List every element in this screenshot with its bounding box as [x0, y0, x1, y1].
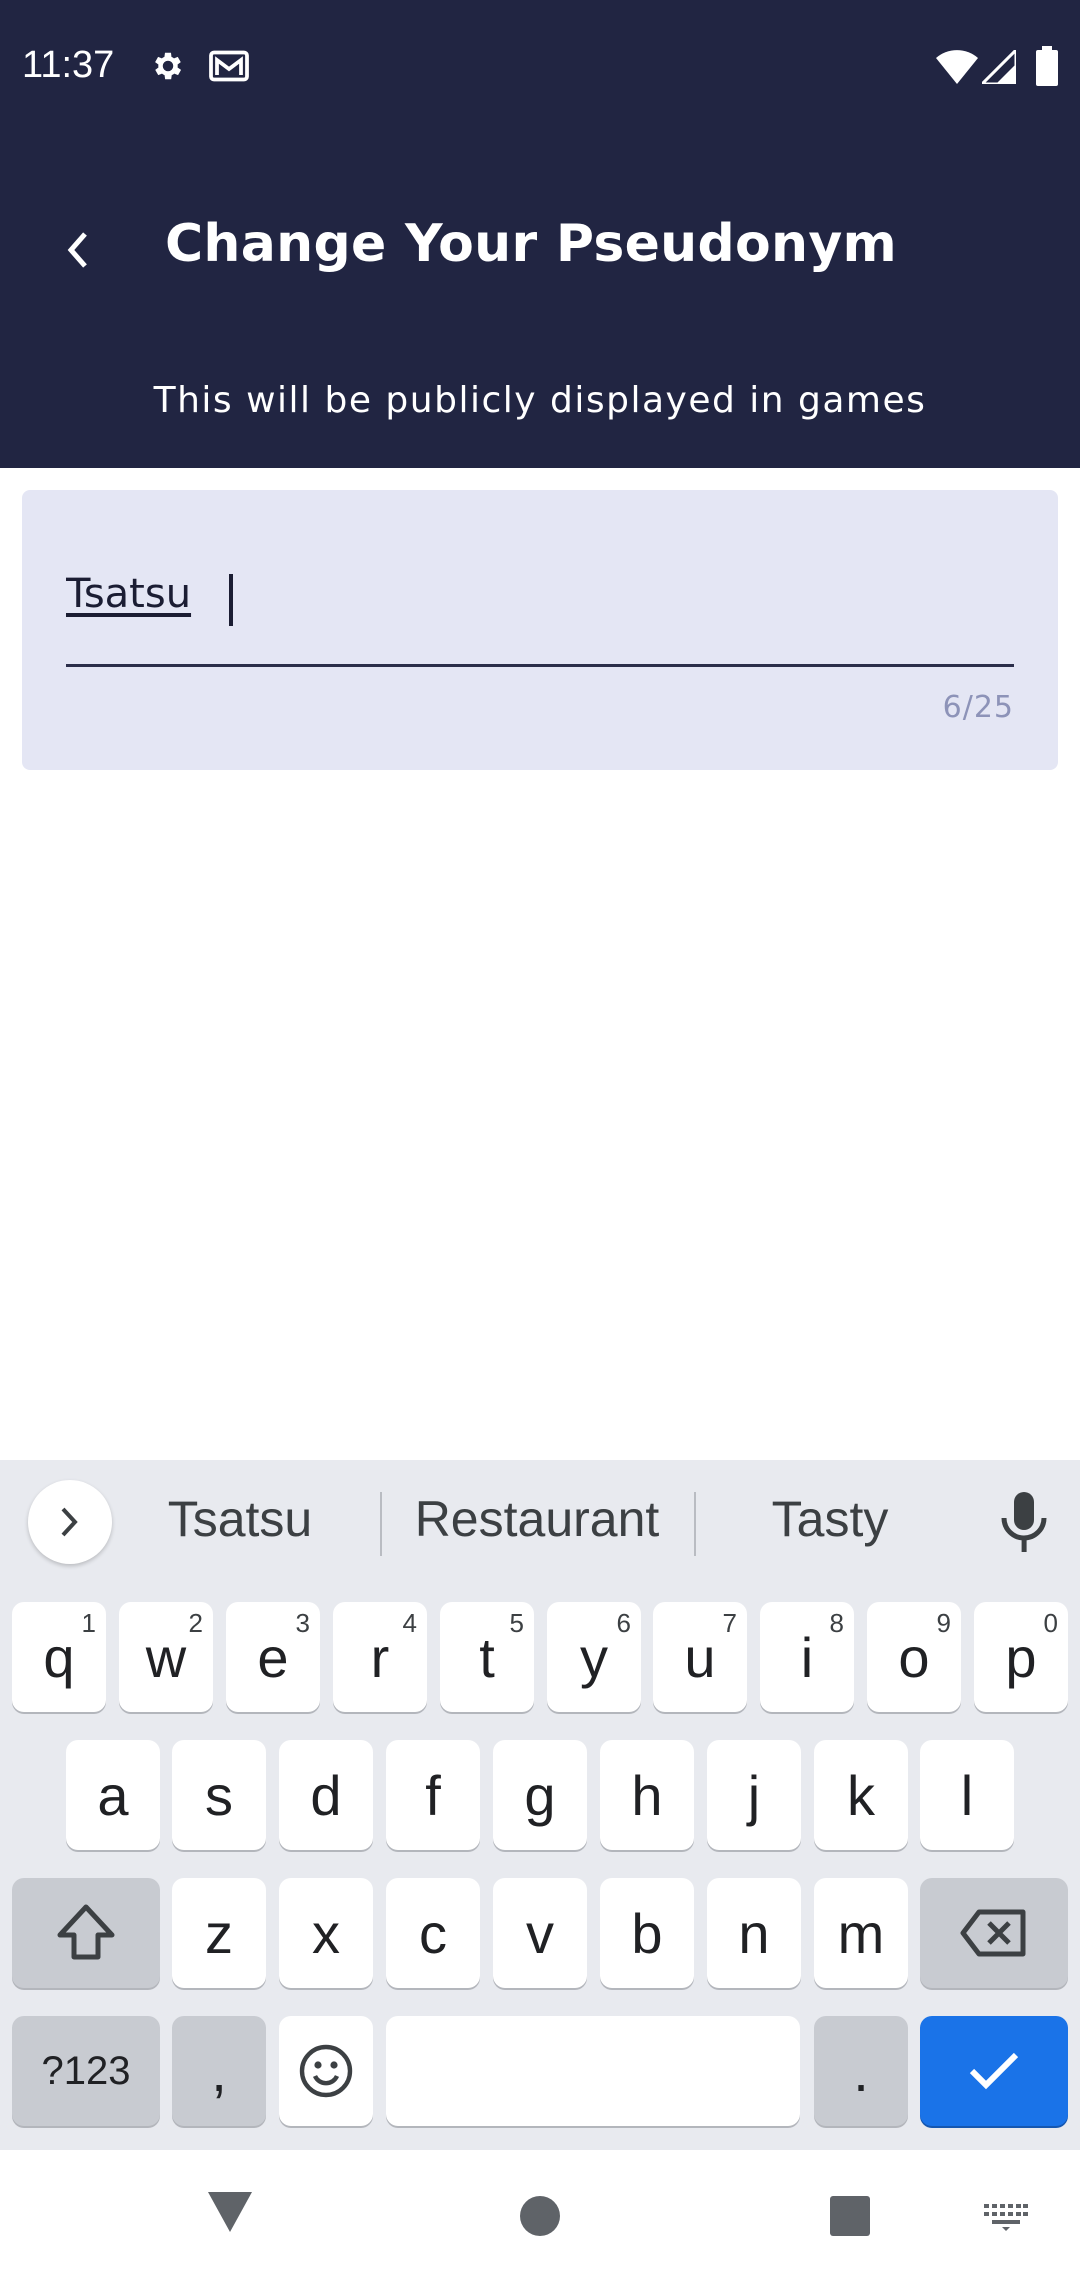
key-r[interactable]: r4 [333, 1602, 427, 1712]
character-counter: 6/25 [942, 690, 1014, 725]
period-key[interactable]: . [814, 2016, 908, 2126]
key-s[interactable]: s [172, 1740, 266, 1850]
text-cursor [229, 574, 233, 626]
suggestion-divider [694, 1492, 696, 1556]
expand-toolbar-button[interactable] [28, 1480, 112, 1564]
key-i[interactable]: i8 [760, 1602, 854, 1712]
key-c[interactable]: c [386, 1878, 480, 1988]
key-g[interactable]: g [493, 1740, 587, 1850]
key-b[interactable]: b [600, 1878, 694, 1988]
suggestion-2[interactable]: Restaurant [392, 1490, 682, 1548]
chevron-right-icon [61, 1507, 78, 1537]
suggestion-1[interactable]: Tsatsu [130, 1490, 350, 1548]
pseudonym-input[interactable] [66, 562, 1014, 626]
key-q[interactable]: q1 [12, 1602, 106, 1712]
mail-icon [208, 48, 250, 89]
key-f[interactable]: f [386, 1740, 480, 1850]
key-k[interactable]: k [814, 1740, 908, 1850]
suggestion-3[interactable]: Tasty [710, 1490, 950, 1548]
key-v[interactable]: v [493, 1878, 587, 1988]
key-e[interactable]: e3 [226, 1602, 320, 1712]
key-x[interactable]: x [279, 1878, 373, 1988]
wifi-icon [936, 50, 978, 89]
soft-keyboard: Tsatsu Restaurant Tasty q1 w2 e3 r4 t5 y… [0, 1460, 1080, 2150]
key-p[interactable]: p0 [974, 1602, 1068, 1712]
key-w[interactable]: w2 [119, 1602, 213, 1712]
comma-key[interactable]: , [172, 2016, 266, 2126]
key-y[interactable]: y6 [547, 1602, 641, 1712]
symbols-key[interactable]: ?123 [12, 2016, 160, 2126]
keyboard-icon [984, 2204, 1028, 2231]
nav-back-button[interactable] [200, 2188, 260, 2238]
key-a[interactable]: a [66, 1740, 160, 1850]
key-d[interactable]: d [279, 1740, 373, 1850]
key-u[interactable]: u7 [653, 1602, 747, 1712]
nav-keyboard-button[interactable] [984, 2204, 1028, 2232]
back-triangle-icon [208, 2192, 252, 2232]
key-m[interactable]: m [814, 1878, 908, 1988]
recents-square-icon [830, 2196, 870, 2236]
status-time: 11:37 [22, 44, 115, 86]
key-h[interactable]: h [600, 1740, 694, 1850]
battery-icon [1036, 46, 1058, 91]
key-j[interactable]: j [707, 1740, 801, 1850]
key-t[interactable]: t5 [440, 1602, 534, 1712]
space-key[interactable] [386, 2016, 800, 2126]
microphone-icon[interactable] [996, 1490, 1052, 1554]
checkmark-icon [969, 2052, 1019, 2090]
key-l[interactable]: l [920, 1740, 1014, 1850]
signal-icon [978, 46, 1018, 89]
app-header: 11:37 Change Your Pseudonym This will be… [0, 0, 1080, 468]
backspace-icon [960, 1909, 1026, 1957]
key-n[interactable]: n [707, 1878, 801, 1988]
page-title: Change Your Pseudonym [164, 214, 898, 274]
done-key[interactable] [920, 2016, 1068, 2126]
key-o[interactable]: o9 [867, 1602, 961, 1712]
emoji-key[interactable] [279, 2016, 373, 2126]
shift-key[interactable] [12, 1878, 160, 1988]
suggestion-divider [380, 1492, 382, 1556]
shift-icon [57, 1904, 115, 1960]
key-z[interactable]: z [172, 1878, 266, 1988]
suggestion-bar: Tsatsu Restaurant Tasty [0, 1460, 1080, 1586]
backspace-key[interactable] [920, 1878, 1068, 1988]
nav-home-button[interactable] [518, 2194, 562, 2238]
field-underline [66, 664, 1014, 667]
pseudonym-field-card: 6/25 [22, 490, 1058, 770]
system-nav-bar [0, 2150, 1080, 2280]
settings-icon [150, 48, 186, 89]
page-subtitle: This will be publicly displayed in games [153, 380, 927, 421]
nav-recents-button[interactable] [828, 2194, 872, 2238]
emoji-icon [299, 2044, 353, 2098]
home-circle-icon [520, 2196, 560, 2236]
